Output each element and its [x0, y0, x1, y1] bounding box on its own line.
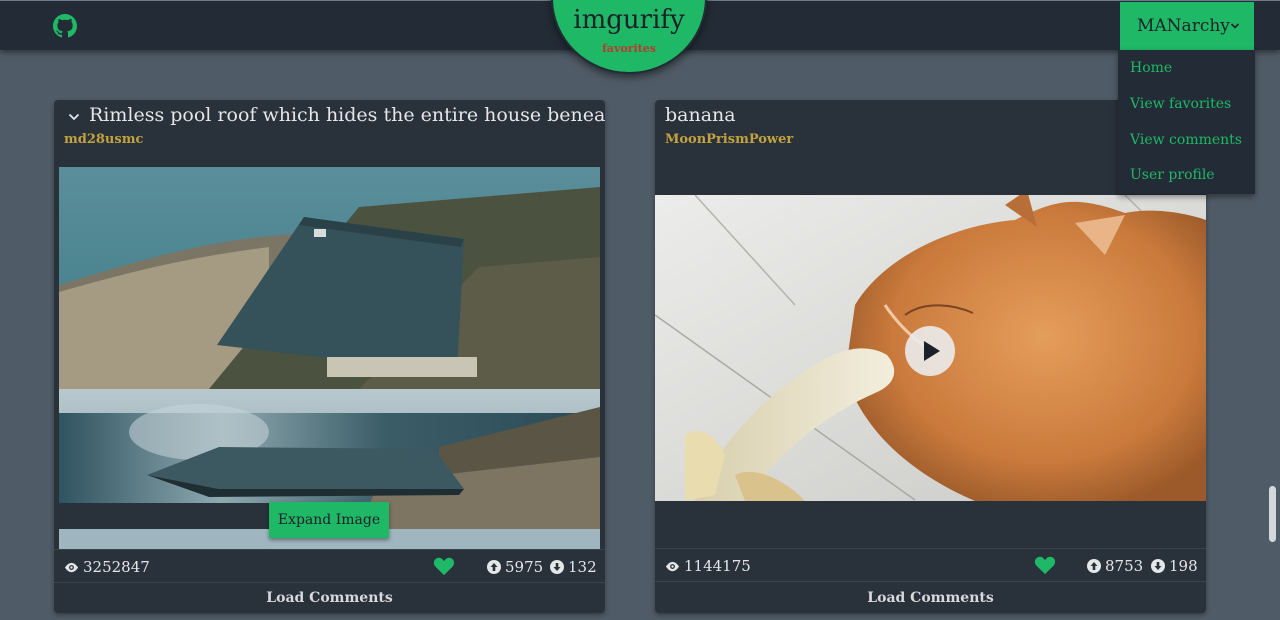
- eye-icon: [665, 561, 680, 571]
- post-card: Rimless pool roof which hides the entire…: [54, 100, 605, 613]
- arrow-down-circle-icon: [1151, 559, 1165, 573]
- post-stats: 3252847 5975 132: [54, 549, 605, 583]
- heart-icon[interactable]: [433, 557, 455, 576]
- post-title: Rimless pool roof which hides the entire…: [89, 104, 605, 126]
- arrow-down-circle-icon: [550, 560, 564, 574]
- load-comments-button[interactable]: Load Comments: [655, 583, 1206, 613]
- app-title: imgurify: [573, 5, 685, 35]
- play-icon: [924, 341, 940, 361]
- post-image[interactable]: [59, 167, 600, 549]
- post-author[interactable]: MoonPrismPower: [665, 132, 793, 147]
- menu-item-home[interactable]: Home: [1130, 60, 1172, 76]
- upvote-count: 5975: [505, 558, 544, 576]
- play-button[interactable]: [905, 326, 955, 376]
- heart-icon[interactable]: [1034, 556, 1056, 575]
- post-author[interactable]: md28usmc: [64, 132, 143, 147]
- username-label: MANarchy: [1137, 16, 1230, 36]
- view-count: 3252847: [83, 558, 150, 576]
- arrow-up-circle-icon: [1087, 559, 1101, 573]
- eye-icon: [64, 562, 79, 572]
- post-stats: 1144175 8753 198: [655, 548, 1206, 582]
- scrollbar-thumb[interactable]: [1269, 486, 1276, 542]
- downvote-count: 198: [1169, 557, 1198, 575]
- github-icon[interactable]: [53, 14, 77, 38]
- view-count: 1144175: [684, 557, 751, 575]
- arrow-up-circle-icon: [487, 560, 501, 574]
- user-menu-button[interactable]: MANarchy: [1120, 2, 1254, 50]
- app-logo[interactable]: imgurify favorites: [551, 0, 707, 74]
- menu-item-user-profile[interactable]: User profile: [1130, 167, 1215, 183]
- user-dropdown-menu: Home View favorites View comments User p…: [1118, 50, 1255, 194]
- app-subtitle: favorites: [602, 42, 656, 55]
- load-comments-button[interactable]: Load Comments: [54, 583, 605, 613]
- downvote-count: 132: [568, 558, 597, 576]
- expand-image-button[interactable]: Expand Image: [269, 502, 389, 538]
- menu-item-view-favorites[interactable]: View favorites: [1130, 96, 1231, 112]
- post-title: banana: [665, 104, 736, 126]
- upvote-count: 8753: [1105, 557, 1144, 575]
- chevron-down-icon: [1230, 23, 1240, 29]
- chevron-down-icon[interactable]: [68, 111, 80, 123]
- menu-item-view-comments[interactable]: View comments: [1130, 132, 1242, 148]
